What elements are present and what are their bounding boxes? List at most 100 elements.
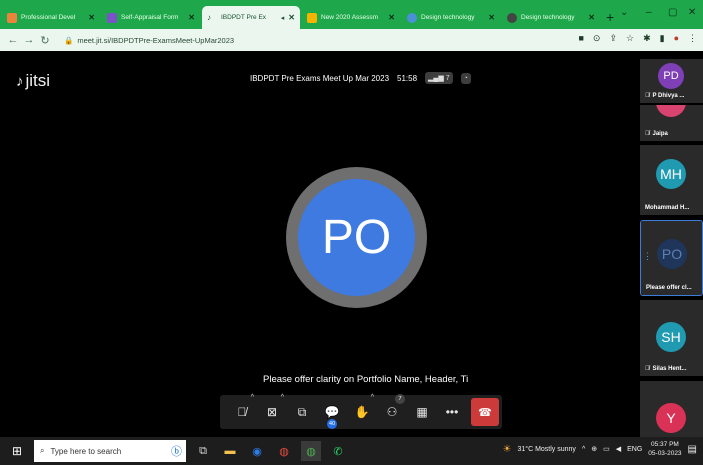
jitsi-logo-icon: ♪ [16, 72, 24, 90]
meeting-timer: 51:58 [397, 73, 418, 83]
participant-thumbnail[interactable]: 🎙̸ Jaipa [640, 105, 703, 141]
close-icon[interactable]: ✕ [588, 13, 595, 22]
participant-avatar: MH [656, 159, 686, 189]
camera-off-icon: ⊠ [266, 405, 278, 419]
chevron-up-icon[interactable]: ^ [371, 394, 374, 401]
taskbar-clock[interactable]: 05:37 PM 05-03-2023 [648, 440, 681, 458]
maximize-icon[interactable]: ▢ [668, 7, 677, 18]
task-view-icon[interactable]: ⧉ [193, 441, 213, 461]
close-icon[interactable]: ✕ [88, 13, 95, 22]
browser-toolbar: ← → ↻ 🔒 meet.jit.si/IBDPDTPre-ExamsMeet-… [0, 29, 703, 51]
tab-self-appraisal[interactable]: Self-Appraisal Form ✕ [102, 6, 200, 29]
chat-icon: 💬 [324, 405, 340, 419]
bookmark-star-icon[interactable]: ☆ [626, 33, 634, 44]
jitsi-favicon-icon: ♪ [207, 12, 211, 22]
participant-thumbnail[interactable]: MH Mohammad H... [640, 145, 703, 215]
extensions-icon[interactable]: ✱ [643, 33, 651, 44]
tab-assessment[interactable]: New 2020 Assessm ✕ [302, 6, 400, 29]
participant-count: 7 [445, 75, 450, 82]
signal-icon: ▂▄▆ [428, 75, 444, 82]
leave-call-button[interactable]: ☎ [471, 398, 499, 426]
chevron-down-icon[interactable]: ⌄ [620, 7, 628, 18]
windows-start-icon[interactable]: ⊞ [12, 444, 22, 458]
screen-cast-icon[interactable]: ⊙ [593, 33, 601, 44]
more-icon: ••• [445, 405, 459, 419]
chevron-up-icon[interactable]: ^ [251, 394, 254, 401]
tab-title: IBDPDT Pre Ex [221, 14, 267, 21]
network-icon[interactable]: ⊕ [591, 445, 597, 453]
participant-thumbnail[interactable]: SH 🎙̸ Silas Hent... [640, 300, 703, 376]
lock-icon: 🔒 [64, 35, 74, 45]
file-explorer-icon[interactable]: ▬ [220, 441, 240, 461]
participant-name-row: Mohammad H... [645, 205, 689, 211]
clock-time: 05:37 PM [651, 441, 679, 448]
tile-view-button[interactable]: ▦ [407, 398, 437, 426]
tab-professional-development[interactable]: Professional Devel ✕ [2, 6, 100, 29]
edge-icon[interactable]: ◉ [247, 441, 267, 461]
search-placeholder: Type here to search [50, 446, 122, 456]
camera-icon[interactable]: ■ [578, 33, 583, 44]
reload-icon[interactable]: ↻ [38, 34, 52, 47]
volume-icon[interactable]: ◀ [616, 445, 621, 453]
hand-icon: ✋ [354, 405, 370, 419]
system-tray: ☀ 31°C Mostly sunny ^ ⊕ ▭ ◀ ENG 05:37 PM… [503, 440, 697, 458]
participant-avatar: Y [656, 403, 686, 433]
tab-design-technology-2[interactable]: Design technology ✕ [502, 6, 600, 29]
battery-icon[interactable]: ▭ [603, 445, 610, 453]
tab-design-technology-1[interactable]: Design technology ✕ [402, 6, 500, 29]
participants-badge: 7 [395, 394, 405, 404]
share-icon[interactable]: ⇪ [609, 33, 617, 44]
participant-thumbnail-active-speaker[interactable]: PO ⋮ Please offer cl... [640, 220, 703, 296]
participant-thumbnail[interactable]: PD 🎙̸ P Dhivya ... [640, 59, 703, 103]
language-indicator[interactable]: ENG [627, 446, 642, 453]
chevron-up-icon[interactable]: ^ [281, 394, 284, 401]
search-icon: ⌕ [40, 446, 45, 455]
camera-button[interactable]: ⊠ ^ [257, 394, 287, 426]
raise-hand-button[interactable]: ✋ ^ [347, 394, 377, 426]
browser-tab-strip: Professional Devel ✕ Self-Appraisal Form… [0, 0, 703, 29]
tab-favicon-icon [107, 12, 117, 23]
chrome-app-icon[interactable]: ◍ [301, 441, 321, 461]
tab-favicon-icon [7, 12, 17, 23]
forward-icon[interactable]: → [22, 34, 36, 46]
close-icon[interactable]: ✕ [388, 13, 395, 22]
chevron-up-icon[interactable]: ^ [582, 446, 585, 453]
back-icon[interactable]: ← [6, 34, 20, 46]
speaker-stats-button[interactable]: ◔ [460, 72, 471, 84]
minimize-icon[interactable]: – [646, 7, 652, 18]
cortana-icon[interactable]: ⓑ [171, 443, 182, 459]
more-actions-button[interactable]: ••• [437, 398, 467, 426]
sidebar-icon[interactable]: ▮ [660, 33, 665, 44]
close-icon[interactable]: ✕ [488, 13, 495, 22]
tab-jitsi-meeting[interactable]: ♪ IBDPDT Pre Ex ◂ ✕ [202, 6, 300, 29]
clock-date: 05-03-2023 [648, 450, 682, 457]
menu-icon[interactable]: ⋮ [688, 33, 697, 44]
hangup-icon: ☎ [478, 406, 492, 419]
participant-name-row: 🎙̸ Silas Hent... [645, 366, 687, 372]
windows-taskbar: ⊞ ⌕ Type here to search ⓑ ⧉ ▬ ◉ ◍ ◍ ✆ ☀ … [0, 437, 703, 465]
participant-name: P Dhivya ... [652, 93, 685, 99]
taskbar-search-box[interactable]: ⌕ Type here to search ⓑ [34, 440, 186, 462]
whatsapp-icon[interactable]: ✆ [328, 441, 348, 461]
mic-muted-icon: 🎙̸ [645, 131, 650, 137]
notification-icon[interactable]: ▤ [688, 444, 697, 455]
microphone-muted-icon: 🎙̸ [237, 405, 247, 419]
participant-count-badge[interactable]: ▂▄▆ 7 [425, 72, 453, 84]
tab-title: Design technology [421, 14, 475, 21]
new-tab-button[interactable]: + [606, 9, 614, 25]
screen-share-icon: ⧉ [297, 404, 307, 419]
chrome-icon[interactable]: ◍ [274, 441, 294, 461]
close-icon[interactable]: ✕ [188, 13, 195, 22]
participant-thumbnail[interactable]: Y [640, 381, 703, 437]
share-screen-button[interactable]: ⧉ [287, 398, 317, 426]
window-close-icon[interactable]: ✕ [688, 7, 696, 18]
close-icon[interactable]: ✕ [288, 13, 295, 22]
weather-text[interactable]: 31°C Mostly sunny [518, 446, 576, 453]
url-text: meet.jit.si/IBDPDTPre-ExamsMeet-UpMar202… [77, 35, 235, 45]
profile-icon[interactable]: ● [674, 33, 679, 44]
participants-button[interactable]: ⚇ 7 [377, 394, 407, 426]
chat-button[interactable]: 💬 40 [317, 398, 347, 429]
address-bar[interactable]: 🔒 meet.jit.si/IBDPDTPre-ExamsMeet-UpMar2… [64, 36, 234, 45]
mute-button[interactable]: 🎙̸ ^ [227, 394, 257, 426]
drag-handle-icon[interactable]: ⋮ [643, 251, 652, 262]
